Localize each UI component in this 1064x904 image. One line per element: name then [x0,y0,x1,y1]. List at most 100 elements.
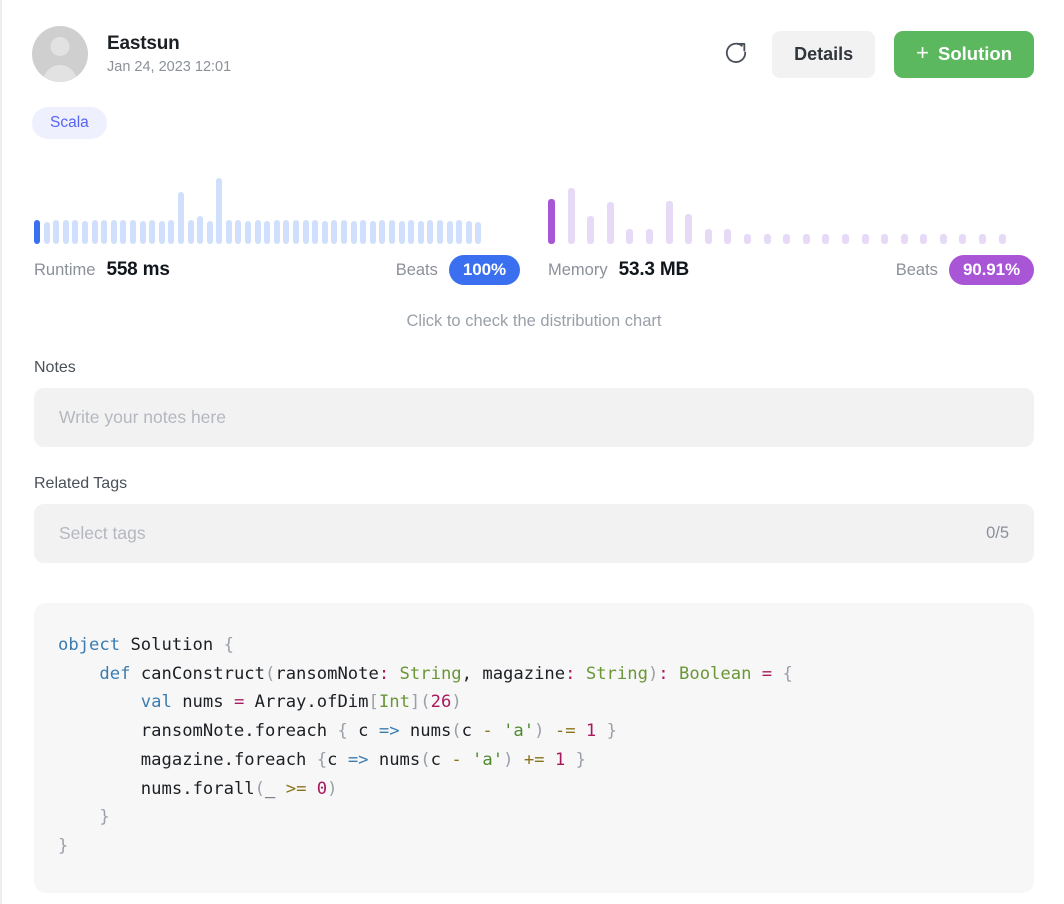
chart-bar [341,220,347,244]
chart-bar [273,220,280,244]
details-button[interactable]: Details [772,30,876,78]
memory-value: 53.3 MB [618,259,690,280]
memory-label: Memory [548,260,608,279]
chart-bar [861,233,869,244]
language-tag-scala[interactable]: Scala [32,107,107,139]
notes-placeholder: Write your notes here [59,407,226,427]
share-external-icon [723,40,749,69]
chart-bar [168,219,175,244]
chart-bar [841,233,849,244]
chart-bar [685,214,693,244]
chart-bar [465,220,472,244]
plus-icon: + [916,40,930,65]
chart-bar [129,220,136,244]
chart-bar [360,220,367,244]
memory-label-row: Memory 53.3 MB Beats 90.91% [548,255,1034,285]
chart-bar [822,233,830,244]
related-tags-label: Related Tags [34,475,128,492]
chart-bar [959,233,967,244]
solution-code-block[interactable]: object Solution { def canConstruct(ranso… [34,603,1034,893]
add-solution-button[interactable]: + Solution [894,30,1034,78]
runtime-beats-label: Beats [395,260,438,279]
chart-bar [149,220,156,244]
chart-bar [379,220,386,244]
chart-bar [900,233,908,244]
notes-section: Notes Write your notes here [2,359,1064,447]
runtime-beats-badge: 100% [448,255,520,285]
chart-bar [81,220,88,244]
chart-bar [53,220,60,244]
chart-bar [417,220,424,244]
chart-bar [939,233,947,244]
chart-bar [436,220,443,244]
memory-beats-badge: 90.91% [948,255,1034,285]
memory-beats-group: Beats 90.91% [896,255,1034,285]
chart-bar [802,233,810,244]
share-button[interactable] [719,37,753,71]
chart-bar [388,220,395,244]
add-solution-label: Solution [938,43,1012,64]
chart-bar [120,220,127,244]
chart-bar [206,220,213,244]
header-actions: Details + Solution [719,30,1034,78]
runtime-distribution-chart[interactable] [34,176,520,244]
chart-bar [724,229,732,244]
avatar-body-shape [43,65,77,82]
avatar-head-shape [50,37,70,56]
distribution-chart-hint[interactable]: Click to check the distribution chart [2,312,1064,331]
chart-bar [998,233,1006,244]
chart-bar [920,233,928,244]
chart-bar [139,220,146,244]
chart-bar [704,229,712,244]
chart-bar [783,233,791,244]
chart-bar [321,220,328,244]
runtime-beats-group: Beats 100% [396,255,520,285]
chart-bar [43,221,50,244]
notes-input[interactable]: Write your notes here [34,388,1034,447]
chart-bar [548,199,555,244]
runtime-label: Runtime [34,260,96,279]
chart-bar [91,220,98,244]
memory-distribution-chart[interactable] [548,176,1034,244]
related-tags-section: Related Tags Select tags 0/5 [2,475,1064,563]
chart-bar [979,233,987,244]
chart-bar [62,220,69,244]
chart-bar [34,219,40,244]
chart-bar [72,220,79,244]
chart-bar [197,216,204,244]
author-identity: Eastsun Jan 24, 2023 12:01 [107,32,231,77]
chart-bar [606,201,614,244]
chart-bar [177,191,184,244]
chart-bar [245,220,252,244]
chart-bar [567,188,575,244]
related-tags-input[interactable]: Select tags 0/5 [34,504,1034,563]
memory-stat-block[interactable]: Memory 53.3 MB Beats 90.91% [548,176,1034,285]
chart-bar [312,220,319,244]
chart-bar [626,229,634,244]
chart-bar [110,220,117,244]
author-username[interactable]: Eastsun [107,32,231,56]
runtime-stat-block[interactable]: Runtime 558 ms Beats 100% [34,176,520,285]
chart-bar [216,178,223,244]
chart-bar [645,229,653,244]
chart-bar [881,233,889,244]
runtime-label-row: Runtime 558 ms Beats 100% [34,255,520,285]
runtime-value: 558 ms [106,259,170,280]
chart-bar [225,220,232,244]
chart-bar [101,220,108,244]
notes-label: Notes [34,359,76,376]
code-content: object Solution { def canConstruct(ranso… [58,635,793,856]
chart-bar [235,220,242,244]
solution-detail-page: Eastsun Jan 24, 2023 12:01 Details + Sol… [2,0,1064,904]
chart-bar [427,220,434,244]
chart-bar [475,221,482,244]
memory-beats-label: Beats [895,260,938,279]
chart-bar [408,220,415,244]
chart-bar [456,220,463,244]
avatar[interactable] [32,26,88,82]
chart-bar [763,233,771,244]
chart-bar [743,233,751,244]
chart-bar [350,220,357,244]
chart-bar [264,220,271,244]
chart-bar [665,201,673,244]
